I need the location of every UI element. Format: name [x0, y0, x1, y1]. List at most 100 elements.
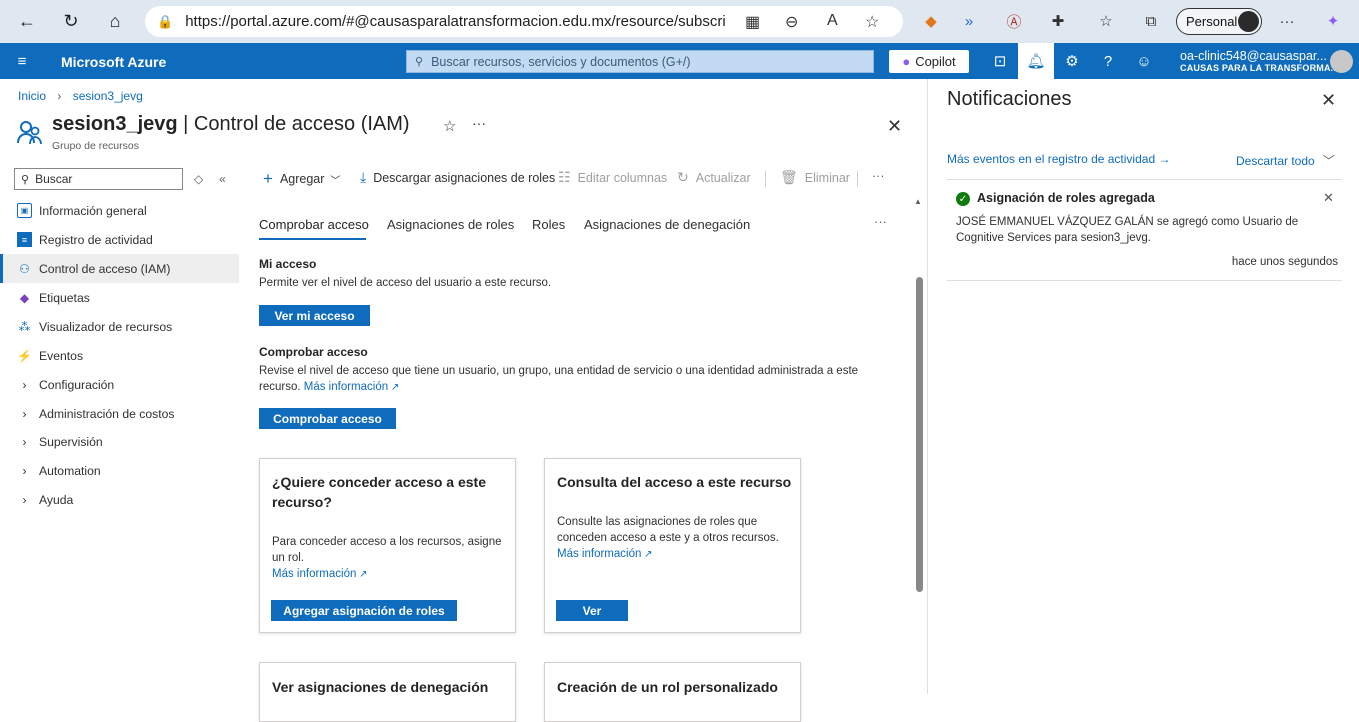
sidebar-item-help[interactable]: › Ayuda	[0, 485, 239, 514]
azure-brand[interactable]: Microsoft Azure	[61, 54, 166, 70]
sidebar-item-label: Ayuda	[39, 492, 74, 507]
address-bar[interactable]: 🔒 https://portal.azure.com/#@causasparal…	[145, 6, 903, 37]
sidebar-search-input[interactable]: ⚲ Buscar	[14, 168, 183, 190]
tab-roles[interactable]: Roles	[532, 217, 565, 232]
copilot-browser-icon[interactable]: ✦	[1322, 10, 1344, 32]
chevron-right-icon: ›	[22, 434, 27, 449]
download-icon: ⤓	[360, 169, 367, 185]
card-body-line: Para conceder acceso a los recursos, asi…	[272, 536, 502, 548]
sidebar-item-activity-log[interactable]: ≡ Registro de actividad	[0, 225, 239, 254]
expand-icon[interactable]: ◇	[194, 172, 203, 186]
refresh-button[interactable]: ↻ Actualizar	[677, 169, 751, 186]
dismiss-all-button[interactable]: Descartar todo ﹀	[1236, 152, 1335, 169]
sidebar-item-iam[interactable]: ⚇ Control de acceso (IAM)	[0, 254, 239, 283]
sidebar-item-cost-management[interactable]: › Administración de costos	[0, 399, 239, 428]
favorite-star-icon[interactable]: ☆	[443, 117, 456, 135]
learn-more-link[interactable]: Más información	[557, 548, 641, 560]
more-menu-icon[interactable]: ···	[1276, 10, 1298, 32]
tab-role-assignments[interactable]: Asignaciones de roles	[387, 217, 514, 232]
notifications-bell-icon[interactable]: 🔔︎	[1018, 43, 1054, 79]
events-icon: ⚡	[17, 348, 32, 363]
search-icon: ⚲	[21, 173, 30, 186]
favorite-star-icon[interactable]: ☆	[865, 12, 879, 32]
power-automate-extension-icon[interactable]: »	[958, 10, 980, 32]
card-title: Ver asignaciones de denegación	[272, 679, 489, 695]
card-body-line: conceden acceso a este y a otros recurso…	[557, 532, 779, 544]
delete-icon: 🗑︎	[780, 169, 798, 185]
notification-item[interactable]: ✓ Asignación de roles agregada ✕ JOSÉ EM…	[947, 179, 1342, 281]
search-icon: ⚲	[415, 56, 424, 68]
view-button[interactable]: Ver	[556, 600, 628, 621]
feedback-icon[interactable]: ☺	[1126, 43, 1162, 79]
notification-body-line: JOSÉ EMMANUEL VÁZQUEZ GALÁN se agregó co…	[956, 216, 1299, 228]
cloud-shell-icon[interactable]: ⊡	[982, 43, 1018, 79]
account-menu[interactable]: oa-clinic548@causaspar... CAUSAS PARA LA…	[1180, 49, 1339, 73]
tab-deny-assignments[interactable]: Asignaciones de denegación	[584, 217, 750, 232]
learn-more-link[interactable]: Más información	[304, 381, 388, 393]
read-aloud-icon[interactable]: A	[827, 12, 838, 30]
app-available-icon[interactable]: ▦	[745, 12, 760, 32]
favorites-icon[interactable]: ☆	[1095, 10, 1117, 32]
card-title: ¿Quiere conceder acceso a este recurso?	[272, 472, 486, 512]
sidebar-item-label: Registro de actividad	[39, 232, 153, 247]
sidebar-item-tags[interactable]: ◆ Etiquetas	[0, 283, 239, 312]
tab-check-access[interactable]: Comprobar acceso	[259, 217, 369, 232]
card-title: Consulta del acceso a este recurso	[557, 474, 792, 490]
sidebar-item-label: Automation	[39, 463, 101, 478]
more-events-link[interactable]: Más eventos en el registro de actividad …	[947, 152, 1170, 166]
close-icon[interactable]: ✕	[887, 116, 902, 137]
download-role-assignments-button[interactable]: ⤓ Descargar asignaciones de roles	[360, 169, 555, 186]
lock-icon[interactable]: 🔒	[157, 14, 173, 30]
breadcrumb-home[interactable]: Inicio	[18, 89, 46, 103]
delete-button[interactable]: 🗑︎ Eliminar	[780, 169, 850, 186]
sidebar-item-label: Configuración	[39, 377, 115, 392]
copilot-icon: ●	[902, 54, 911, 69]
breadcrumb-resource[interactable]: sesion3_jevg	[73, 89, 143, 103]
sidebar-item-monitoring[interactable]: › Supervisión	[0, 427, 239, 456]
hamburger-menu-icon[interactable]: ≡	[4, 43, 40, 79]
view-my-access-button[interactable]: Ver mi acceso	[259, 305, 370, 326]
external-link-icon: ↗	[641, 549, 653, 560]
avatar[interactable]	[1330, 50, 1353, 73]
extensions-puzzle-icon[interactable]: ✚	[1047, 10, 1069, 32]
add-button[interactable]: + Agregar ﹀	[263, 169, 340, 189]
add-role-assignment-button[interactable]: Agregar asignación de roles	[271, 600, 457, 621]
chevron-right-icon: ›	[22, 406, 27, 421]
page-title-resource: sesion3_jevg	[52, 113, 178, 135]
home-icon[interactable]: ⌂	[97, 3, 133, 39]
scrollbar[interactable]	[916, 277, 923, 592]
sidebar-item-label: Control de acceso (IAM)	[39, 261, 171, 276]
scroll-up-icon[interactable]: ▲	[914, 197, 922, 206]
sidebar-item-resource-visualizer[interactable]: ⁂ Visualizador de recursos	[0, 312, 239, 341]
learn-more-link[interactable]: Más información	[272, 568, 356, 580]
help-icon[interactable]: ?	[1090, 43, 1126, 79]
metamask-extension-icon[interactable]: ◆	[920, 10, 942, 32]
reload-icon[interactable]: ↻	[53, 3, 89, 39]
sidebar-item-automation[interactable]: › Automation	[0, 456, 239, 485]
zoom-icon[interactable]: ⊖	[785, 12, 798, 32]
command-divider	[857, 171, 858, 187]
collapse-sidebar-icon[interactable]: «	[219, 172, 226, 186]
sidebar-item-overview[interactable]: ▣ Información general	[0, 196, 239, 225]
close-icon[interactable]: ✕	[1323, 190, 1334, 206]
back-icon[interactable]: ←	[9, 3, 45, 39]
profile-button[interactable]: Personal	[1176, 8, 1262, 35]
settings-gear-icon[interactable]: ⚙	[1054, 43, 1090, 79]
sidebar-item-configuration[interactable]: › Configuración	[0, 370, 239, 399]
collections-icon[interactable]: ⧉	[1140, 10, 1162, 32]
grant-access-card: ¿Quiere conceder acceso a este recurso? P…	[259, 458, 516, 633]
global-search-input[interactable]: ⚲ Buscar recursos, servicios y documento…	[406, 50, 874, 73]
profile-label: Personal	[1186, 14, 1238, 29]
copilot-button[interactable]: ● Copilot	[889, 50, 969, 73]
sidebar-item-events[interactable]: ⚡ Eventos	[0, 341, 239, 370]
tag-icon: ◆	[19, 290, 30, 305]
edit-columns-button[interactable]: ☷ Editar columnas	[558, 169, 667, 186]
chevron-right-icon: ›	[22, 377, 27, 392]
extension-a-icon[interactable]: Ⓐ	[1003, 10, 1025, 32]
more-tabs-icon[interactable]: ···	[874, 214, 887, 229]
check-access-button[interactable]: Comprobar acceso	[259, 408, 396, 429]
more-options-icon[interactable]: ···	[472, 115, 486, 131]
close-icon[interactable]: ✕	[1321, 90, 1336, 111]
more-commands-icon[interactable]: ···	[872, 169, 885, 183]
sidebar-item-label: Supervisión	[39, 434, 103, 449]
